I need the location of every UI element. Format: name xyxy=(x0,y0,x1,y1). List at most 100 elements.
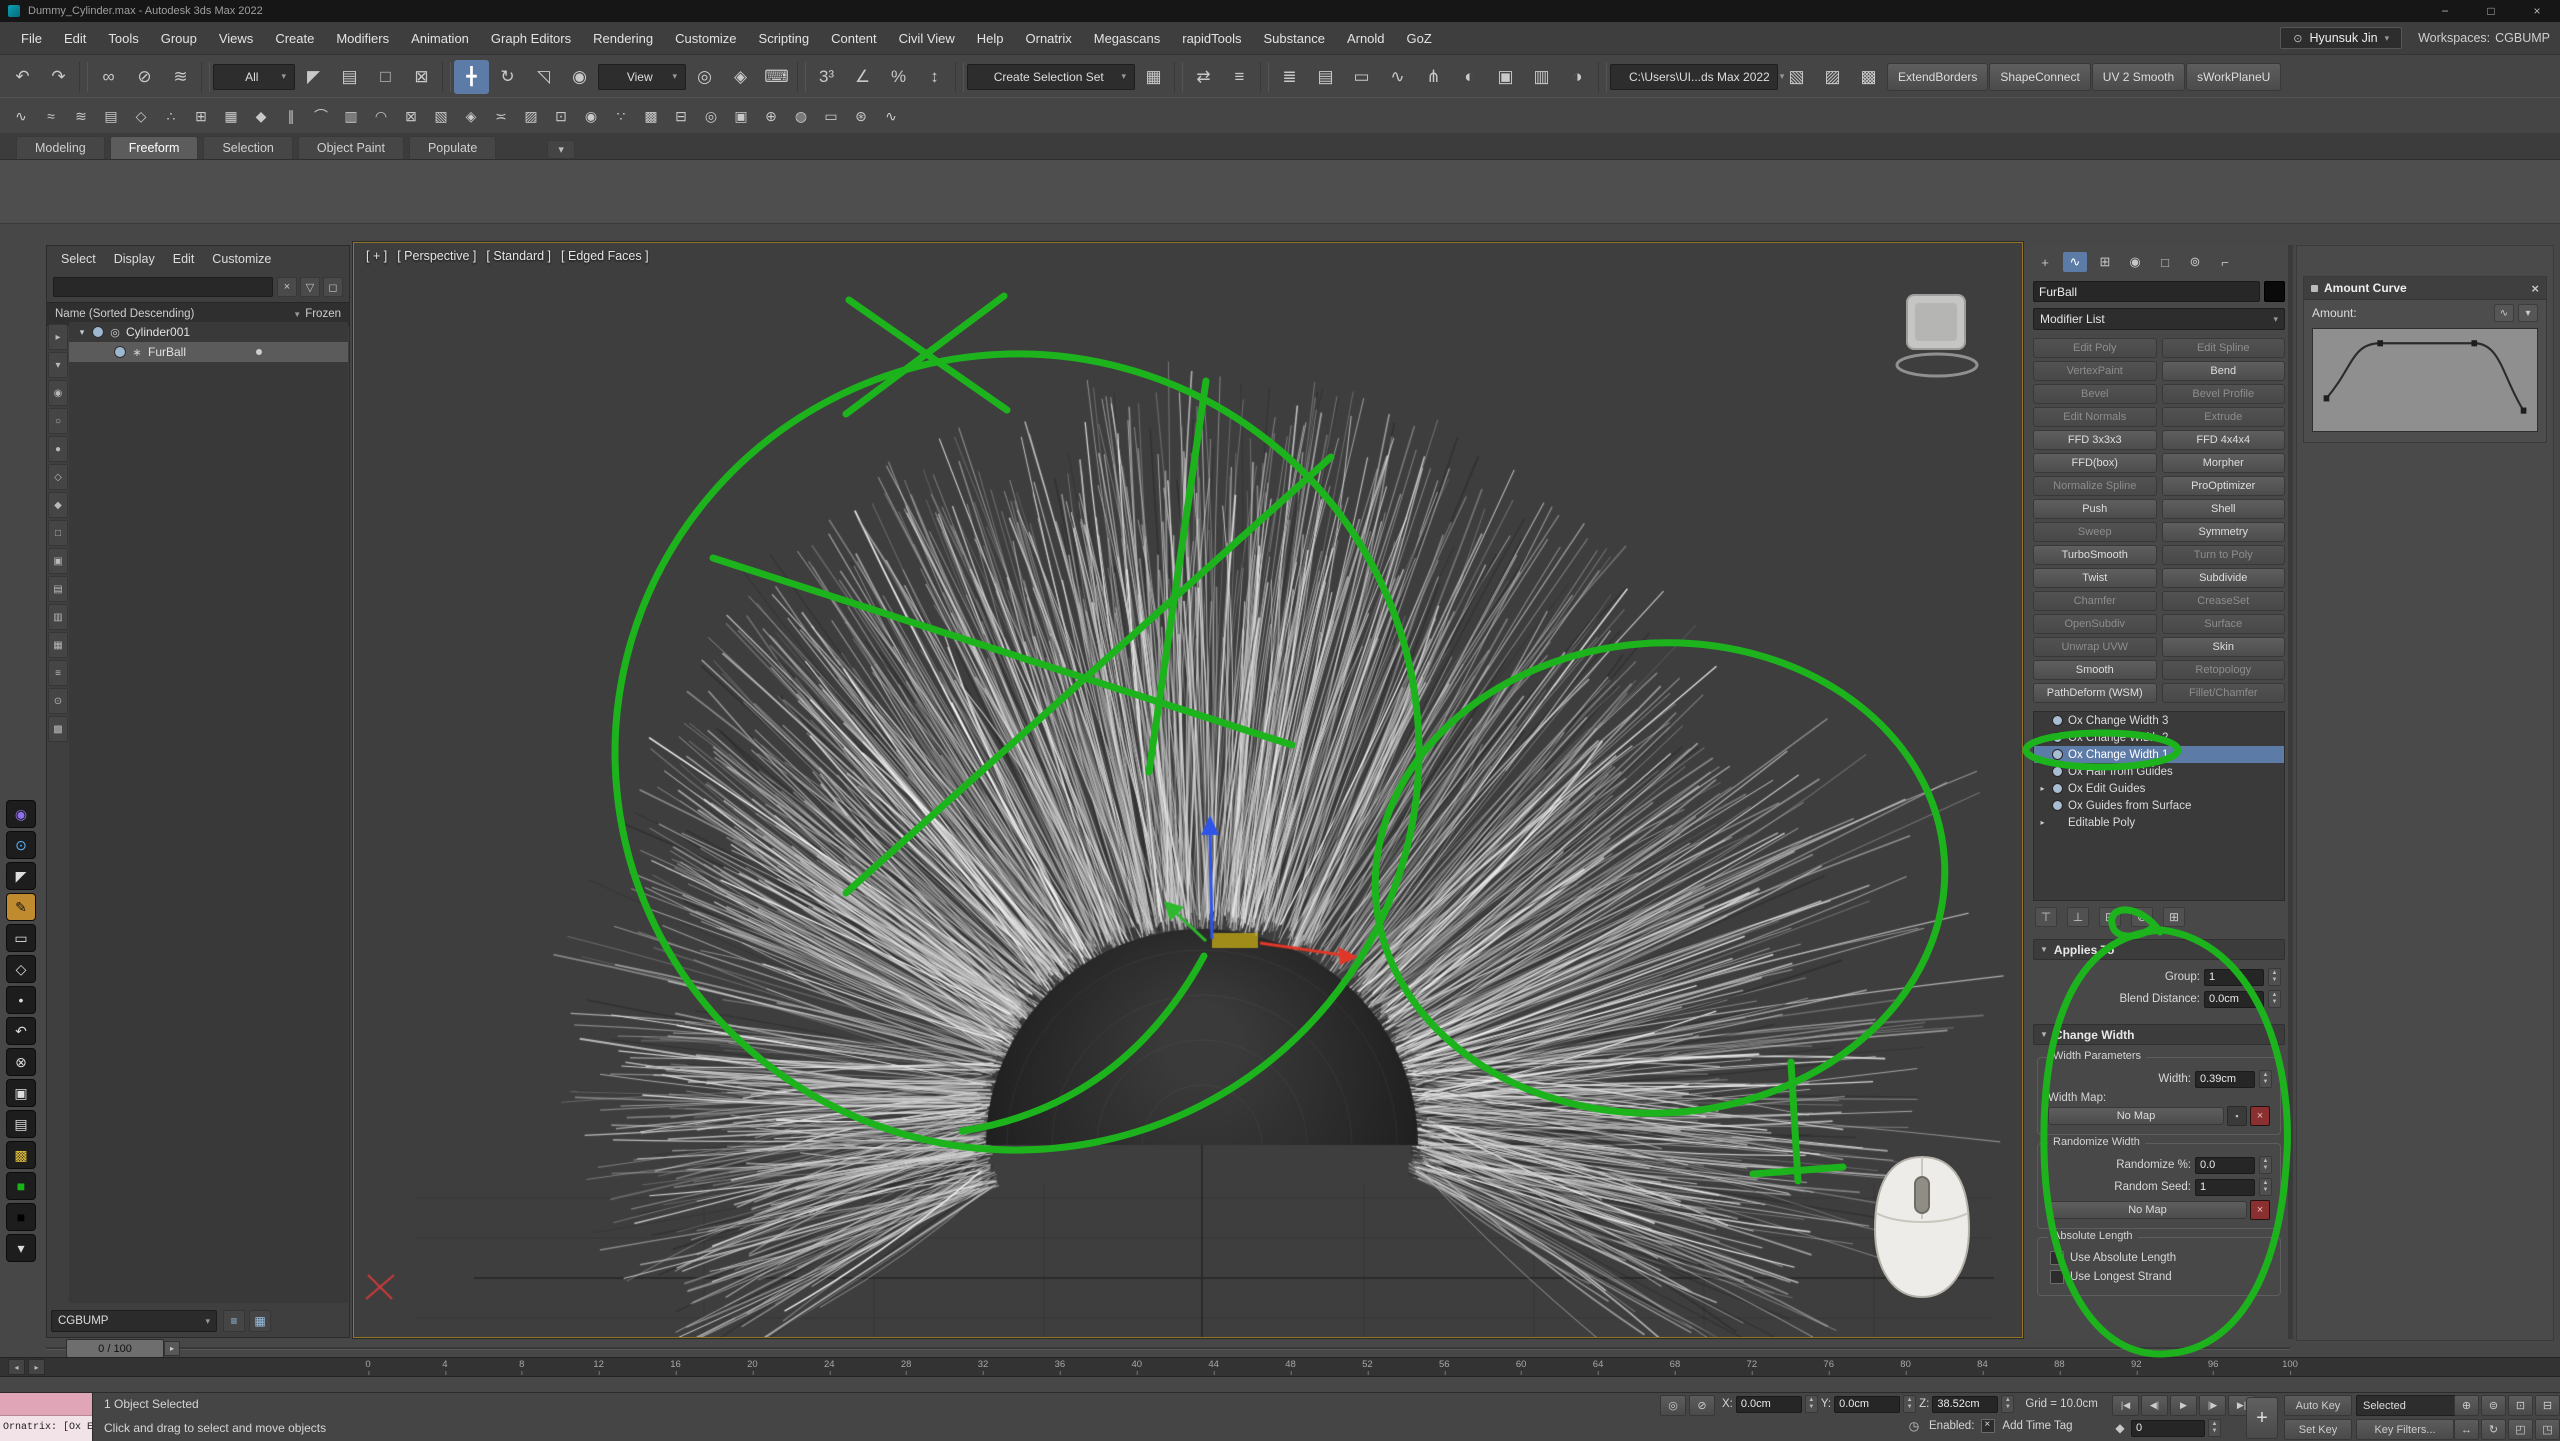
coord-y-field[interactable]: 0.0cm xyxy=(1834,1396,1900,1413)
modifier-button[interactable]: Bevel xyxy=(2033,384,2157,404)
make-unique-icon[interactable]: ⊟ xyxy=(2099,907,2121,927)
ornatrix-tool-24-icon[interactable]: ◎ xyxy=(697,103,725,130)
motion-tab-icon[interactable]: ◉ xyxy=(2123,252,2147,272)
select-scale-icon[interactable]: ◹ xyxy=(526,60,561,94)
selection-region-icon[interactable]: □ xyxy=(368,60,403,94)
modifier-button[interactable]: FFD(box) xyxy=(2033,453,2157,473)
rendered-frame-icon[interactable]: ▥ xyxy=(1524,60,1559,94)
curve-menu-icon[interactable]: ▾ xyxy=(2518,304,2538,322)
play-button[interactable]: ▶ xyxy=(2170,1395,2197,1416)
ornatrix-tool-29-icon[interactable]: ⊛ xyxy=(847,103,875,130)
ornatrix-tool-4-icon[interactable]: ▤ xyxy=(97,103,125,130)
menu-item[interactable]: Ornatrix xyxy=(1015,31,1083,46)
viewcube[interactable] xyxy=(1882,277,1992,387)
angle-snap-icon[interactable]: ∠ xyxy=(845,60,880,94)
stack-ox-guides-from-surface[interactable]: Ox Guides from Surface xyxy=(2034,797,2284,814)
ribbon-toggle-icon[interactable]: ▭ xyxy=(1344,60,1379,94)
use-pivot-center-icon[interactable]: ◎ xyxy=(687,60,722,94)
object-name-field[interactable] xyxy=(2033,281,2260,302)
ornatrix-tool-2-icon[interactable]: ≈ xyxy=(37,103,65,130)
divider-2[interactable] xyxy=(201,62,210,92)
modifier-button[interactable]: FFD 4x4x4 xyxy=(2162,430,2286,450)
explorer-menu-item[interactable]: Display xyxy=(106,252,163,266)
explorer-tree[interactable]: ◎ Cylinder001 ∗ FurBall xyxy=(69,322,348,1303)
key-mode-dropdown[interactable]: Selected xyxy=(2356,1395,2466,1416)
panel-scrollbar[interactable] xyxy=(2288,245,2293,1339)
explorer-config-icon[interactable]: ≡ xyxy=(223,1310,245,1332)
undo-annotation-icon[interactable]: ↶ xyxy=(6,1017,36,1045)
modifier-button[interactable]: Edit Normals xyxy=(2033,407,2157,427)
wrench-icon[interactable]: ⌐ xyxy=(2213,252,2237,272)
coord-z-field[interactable]: 38.52cm xyxy=(1932,1396,1998,1413)
menu-item[interactable]: Help xyxy=(966,31,1015,46)
erase-annotations-icon[interactable]: ⊗ xyxy=(6,1048,36,1076)
clear-randomize-map-button[interactable] xyxy=(2250,1200,2270,1220)
filter-icon[interactable]: ▽ xyxy=(300,277,320,297)
stack-ox-hair-from-guides[interactable]: Ox Hair from Guides xyxy=(2034,763,2284,780)
percent-snap-icon[interactable]: % xyxy=(881,60,916,94)
width-field[interactable]: 0.39cm xyxy=(2195,1071,2255,1088)
explorer-tool-11-icon[interactable]: ▥ xyxy=(48,604,68,630)
viewport-pov-menu[interactable]: [ Perspective ] xyxy=(397,249,476,263)
ornatrix-tool-1-icon[interactable]: ∿ xyxy=(7,103,35,130)
row-cylinder001[interactable]: ◎ Cylinder001 xyxy=(69,322,348,342)
coord-z-spinner[interactable] xyxy=(2001,1395,2014,1413)
edit-named-selections-icon[interactable]: ▦ xyxy=(1136,60,1171,94)
ornatrix-tool-27-icon[interactable]: ◍ xyxy=(787,103,815,130)
workplane-button[interactable]: sWorkPlaneU xyxy=(2186,63,2281,91)
modifier-button[interactable]: PathDeform (WSM) xyxy=(2033,683,2157,703)
schematic-view-icon[interactable]: ⋔ xyxy=(1416,60,1451,94)
modifier-button[interactable]: VertexPaint xyxy=(2033,361,2157,381)
render-setup-icon[interactable]: ▣ xyxy=(1488,60,1523,94)
modifier-button[interactable]: Shell xyxy=(2162,499,2286,519)
show-end-result-icon[interactable]: ⊥ xyxy=(2067,907,2089,927)
undo-icon[interactable]: ↶ xyxy=(5,60,40,94)
visibility-icon[interactable] xyxy=(114,346,126,358)
ornatrix-tool-18-icon[interactable]: ▨ xyxy=(517,103,545,130)
pin-stack-icon[interactable]: ⊤ xyxy=(2035,907,2057,927)
project-path-dropdown[interactable]: C:\Users\UI...ds Max 2022 xyxy=(1610,64,1778,90)
modifier-stack[interactable]: Ox Change Width 3 Ox Change Width 2 Ox C… xyxy=(2033,711,2285,901)
explorer-tool-12-icon[interactable]: ▦ xyxy=(48,632,68,658)
group-spinner[interactable] xyxy=(2268,968,2281,986)
ornatrix-tool-20-icon[interactable]: ◉ xyxy=(577,103,605,130)
explorer-tool-15-icon[interactable]: ▩ xyxy=(48,716,68,742)
ribbon-tab[interactable]: Modeling xyxy=(16,136,105,159)
modifier-button[interactable]: TurboSmooth xyxy=(2033,545,2157,565)
lock-explorer-icon[interactable]: ◻ xyxy=(323,277,343,297)
time-slider-advance-button[interactable]: ▸ xyxy=(164,1341,180,1356)
modifier-visibility-icon[interactable] xyxy=(2052,732,2063,743)
frame-spinner[interactable] xyxy=(2208,1419,2221,1437)
ornatrix-tool-6-icon[interactable]: ∴ xyxy=(157,103,185,130)
plus-button[interactable]: + xyxy=(2246,1397,2278,1439)
menu-item[interactable]: Edit xyxy=(53,31,97,46)
modifier-visibility-icon[interactable] xyxy=(2052,715,2063,726)
modifier-button[interactable]: Bend xyxy=(2162,361,2286,381)
menu-item[interactable]: Tools xyxy=(97,31,149,46)
color-green-swatch[interactable]: ■ xyxy=(6,1172,36,1200)
modifier-button[interactable]: Symmetry xyxy=(2162,522,2286,542)
divider-5[interactable] xyxy=(955,62,964,92)
menu-item[interactable]: Customize xyxy=(664,31,747,46)
maximize-button[interactable]: □ xyxy=(2468,0,2514,22)
shape-rect-tool-icon[interactable]: ▭ xyxy=(6,924,36,952)
menu-item[interactable]: Megascans xyxy=(1083,31,1171,46)
viewport-canvas[interactable] xyxy=(354,243,2022,1337)
visibility-icon[interactable] xyxy=(92,326,104,338)
randomize-spinner[interactable] xyxy=(2259,1156,2272,1174)
menu-item[interactable]: Views xyxy=(208,31,264,46)
close-button[interactable]: × xyxy=(2514,0,2560,22)
layer-explorer-icon[interactable]: ▤ xyxy=(1308,60,1343,94)
time-slider-handle[interactable]: 0 / 100 xyxy=(66,1339,164,1358)
menu-item[interactable]: Graph Editors xyxy=(480,31,582,46)
track-bar[interactable]: ◂▸ 0481216202428323640444852566064687276… xyxy=(0,1357,2560,1377)
window-crossing-icon[interactable]: ⊠ xyxy=(404,60,439,94)
explorer-tool-5-icon[interactable]: ● xyxy=(48,436,68,462)
explorer-tool-4-icon[interactable]: ○ xyxy=(48,408,68,434)
close-panel-icon[interactable]: × xyxy=(2531,281,2539,296)
explorer-tool-3-icon[interactable]: ◉ xyxy=(48,380,68,406)
modifier-button[interactable]: FFD 3x3x3 xyxy=(2033,430,2157,450)
set-key-button[interactable]: Set Key xyxy=(2284,1419,2352,1440)
menu-item[interactable]: Rendering xyxy=(582,31,664,46)
modifier-button[interactable]: Retopology xyxy=(2162,660,2286,680)
